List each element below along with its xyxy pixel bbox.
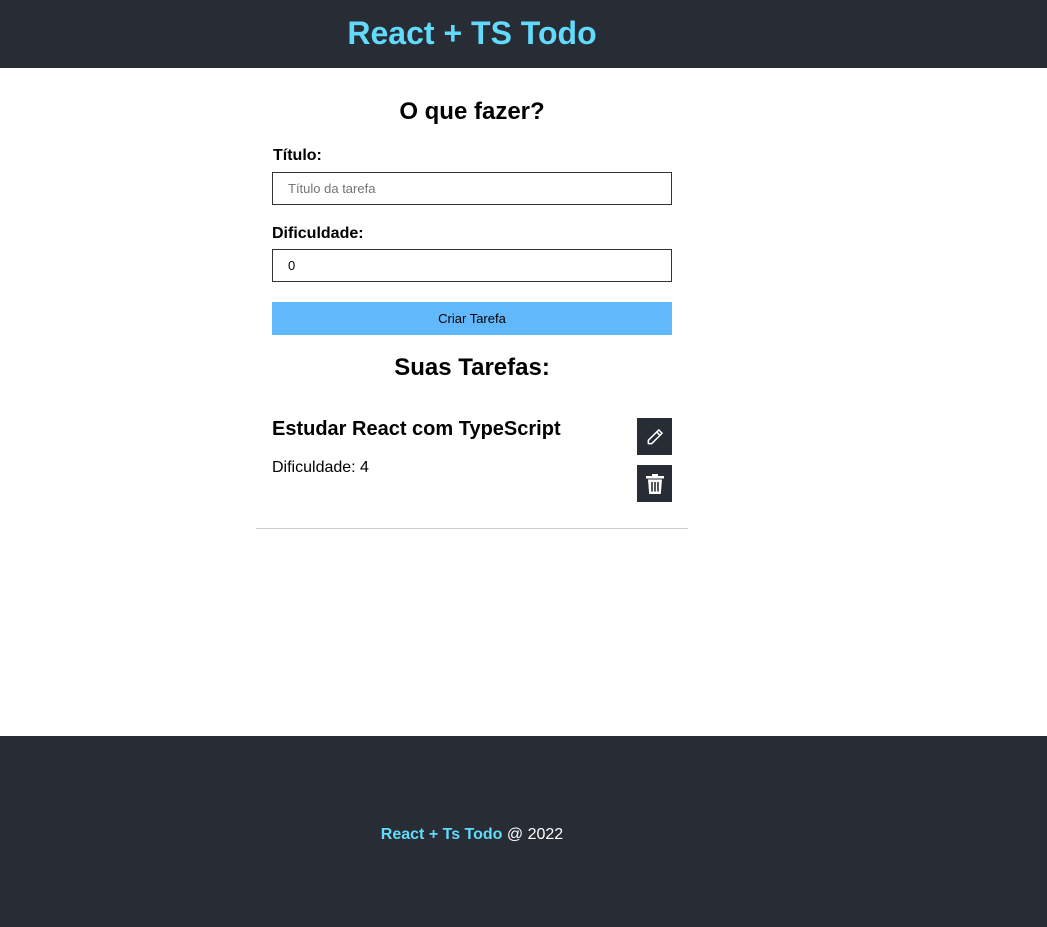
- task-difficulty: Dificuldade: 4: [272, 459, 369, 476]
- footer-copyright: @ 2022: [502, 826, 564, 843]
- edit-task-button[interactable]: [637, 418, 672, 455]
- tasks-heading: Suas Tarefas:: [394, 354, 550, 381]
- title-input[interactable]: [272, 172, 672, 205]
- pencil-icon: [647, 428, 663, 444]
- task-title: Estudar React com TypeScript: [272, 418, 561, 440]
- app-header: React + TS Todo: [0, 0, 1047, 68]
- difficulty-input[interactable]: [272, 249, 672, 282]
- trash-icon: [645, 473, 664, 494]
- app-title: React + TS Todo: [347, 15, 597, 51]
- difficulty-label: Dificuldade:: [272, 225, 364, 242]
- form-heading: O que fazer?: [399, 98, 545, 125]
- task-item: Estudar React com TypeScript Dificuldade…: [256, 408, 688, 529]
- create-task-button[interactable]: Criar Tarefa: [272, 302, 672, 335]
- app-footer: React + Ts Todo @ 2022: [0, 736, 1047, 927]
- title-label: Título:: [273, 147, 322, 164]
- footer-text: React + Ts Todo @ 2022: [0, 826, 944, 844]
- delete-task-button[interactable]: [637, 465, 672, 502]
- footer-brand: React + Ts Todo: [380, 826, 503, 843]
- main-content: O que fazer? Título: Dificuldade: Criar …: [0, 68, 1047, 736]
